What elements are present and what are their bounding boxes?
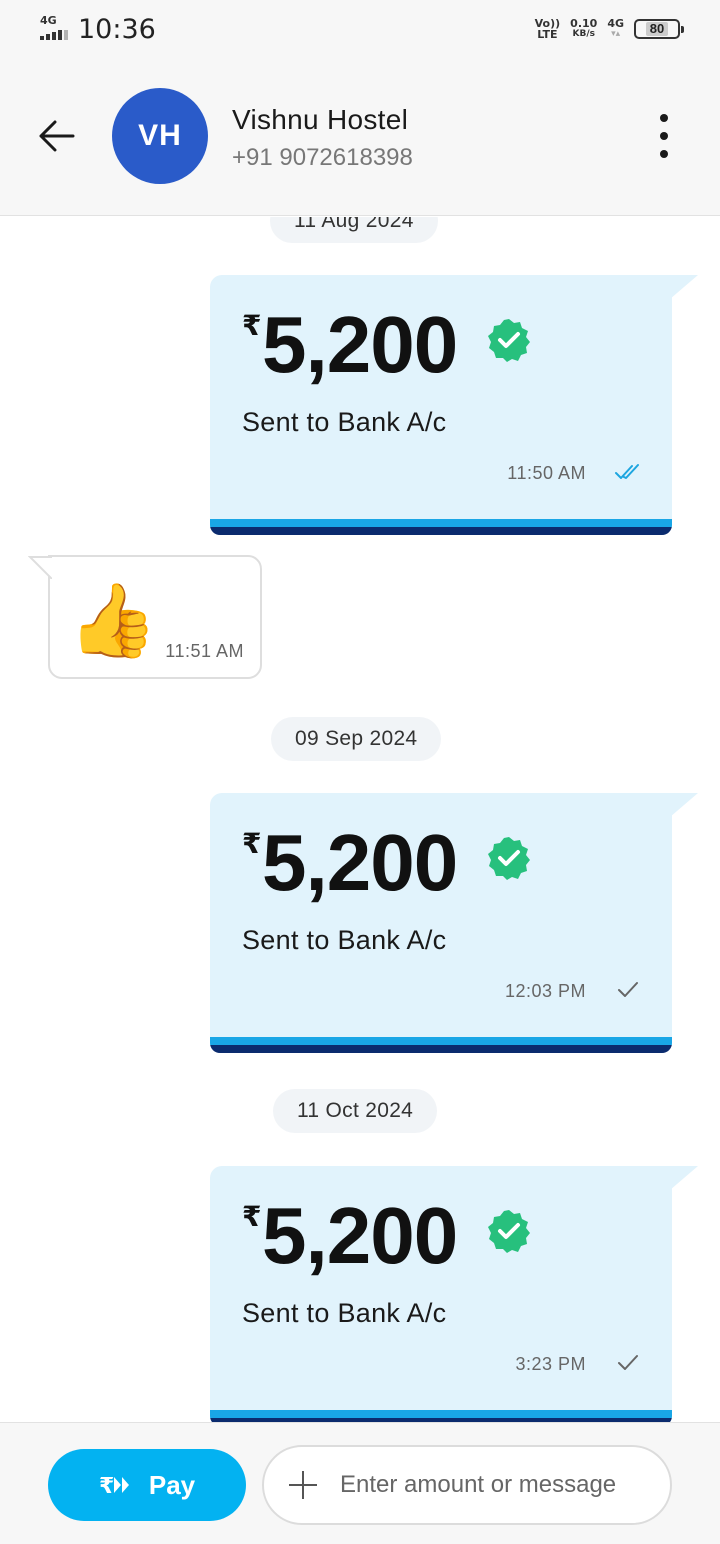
status-bar: 4G 10:36 Vo)) LTE 0.10 KB/s 4G ▾▴ 80 <box>0 0 720 58</box>
verified-badge-icon <box>488 837 530 880</box>
battery-icon: 80 <box>634 19 684 39</box>
signal-strength-icon: 4G <box>40 14 72 40</box>
plus-icon[interactable] <box>288 1470 318 1500</box>
currency-symbol: ₹ <box>242 1201 262 1232</box>
payment-description: Sent to Bank A/c <box>242 925 447 955</box>
compose-bar: ₹ Pay <box>0 1422 720 1544</box>
check-icon <box>618 982 638 997</box>
card-stripe <box>210 519 672 535</box>
payment-card[interactable]: ₹ 5,200 Sent to Bank A/c 3:23 PM <box>210 1166 698 1422</box>
bubble-tail <box>28 556 52 579</box>
payment-description: Sent to Bank A/c <box>242 1298 447 1328</box>
more-options-button[interactable] <box>644 110 684 162</box>
status-time: 10:36 <box>78 14 156 45</box>
double-check-icon <box>615 464 639 479</box>
data-speed-indicator: 0.10 KB/s <box>570 17 598 39</box>
bubble-tail <box>670 793 698 817</box>
battery-level: 80 <box>645 22 669 36</box>
more-vertical-icon <box>660 114 668 122</box>
received-message[interactable]: 👍 11:51 AM <box>28 555 262 679</box>
payment-card[interactable]: ₹ 5,200 Sent to Bank A/c 12:03 PM <box>210 793 698 1053</box>
message-input[interactable] <box>340 1471 660 1499</box>
message-time: 11:50 AM <box>507 463 586 483</box>
check-icon <box>618 1355 638 1370</box>
message-time: 11:51 AM <box>165 641 244 661</box>
bubble-tail <box>670 1166 698 1190</box>
message-input-container[interactable] <box>262 1445 672 1525</box>
verified-badge-icon <box>488 1210 530 1253</box>
card-stripe <box>210 1037 672 1053</box>
avatar[interactable]: VH <box>112 88 208 184</box>
currency-symbol: ₹ <box>242 310 262 341</box>
rupee-pay-icon: ₹ <box>99 1474 129 1498</box>
pay-button[interactable]: ₹ Pay <box>48 1449 246 1521</box>
arrow-left-icon <box>39 120 75 152</box>
card-stripe <box>210 1410 672 1422</box>
status-indicators: Vo)) LTE 0.10 KB/s 4G ▾▴ 80 <box>534 14 684 44</box>
pay-button-label: Pay <box>148 1469 196 1500</box>
payment-amount: 5,200 <box>262 1191 458 1280</box>
currency-symbol: ₹ <box>242 828 262 859</box>
payment-description: Sent to Bank A/c <box>242 407 447 437</box>
volte-indicator: Vo)) LTE <box>534 17 561 41</box>
message-time: 12:03 PM <box>504 981 586 1001</box>
payment-card[interactable]: ₹ 5,200 Sent to Bank A/c 11:50 AM <box>210 275 698 535</box>
payment-amount: 5,200 <box>262 300 458 389</box>
date-separator: 11 Oct 2024 <box>273 1089 438 1133</box>
chat-header: VH Vishnu Hostel +91 9072618398 <box>0 58 720 216</box>
network-type-label: 4G <box>40 14 57 27</box>
bubble-tail <box>670 275 698 299</box>
verified-badge-icon <box>488 319 530 362</box>
message-time: 3:23 PM <box>515 1354 586 1374</box>
contact-name[interactable]: Vishnu Hostel <box>232 104 408 136</box>
date-separator: 09 Sep 2024 <box>271 717 442 761</box>
date-separator: 11 Aug 2024 <box>270 217 438 243</box>
contact-phone: +91 9072618398 <box>232 144 413 171</box>
chat-history[interactable]: 11 Aug 2024 ₹ 5,200 Sent to Bank A/c 11:… <box>0 217 720 1422</box>
payment-amount: 5,200 <box>262 818 458 907</box>
back-button[interactable] <box>30 110 82 162</box>
svg-text:₹: ₹ <box>99 1474 114 1498</box>
mobile-data-indicator: 4G ▾▴ <box>607 17 624 39</box>
thumbs-up-emoji: 👍 <box>68 581 158 661</box>
